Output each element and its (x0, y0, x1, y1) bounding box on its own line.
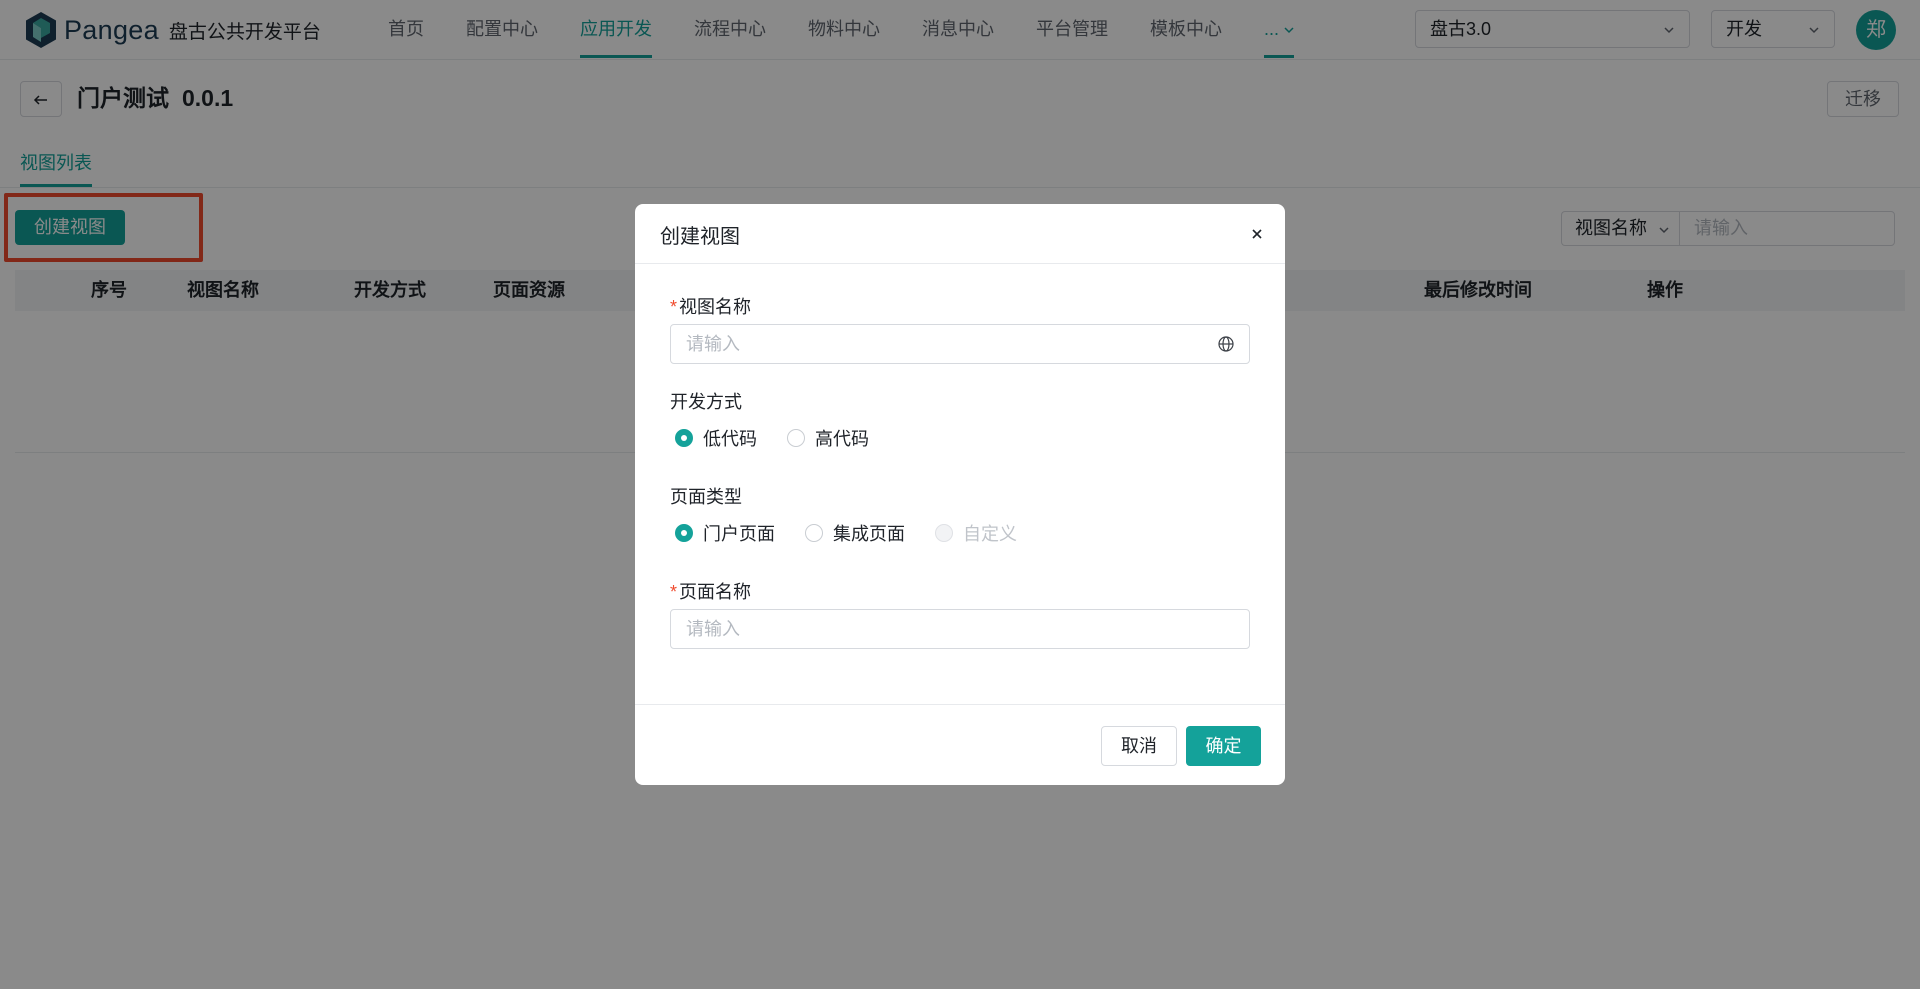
view-name-input[interactable]: 请输入 (670, 324, 1250, 364)
radio-portal-page[interactable]: 门户页面 (675, 520, 775, 546)
page-name-label-text: 页面名称 (679, 582, 752, 602)
radio-dot (787, 429, 805, 447)
close-icon[interactable] (1245, 222, 1269, 246)
page-name-input[interactable]: 请输入 (670, 609, 1250, 649)
required-mark: * (670, 582, 678, 602)
radio-label: 高代码 (815, 429, 869, 449)
dev-mode-radio-group: 低代码 高代码 (675, 425, 899, 451)
radio-dot (805, 524, 823, 542)
divider (635, 704, 1285, 705)
divider (635, 263, 1285, 264)
dev-mode-label: 开发方式 (670, 392, 742, 412)
radio-custom: 自定义 (935, 520, 1017, 546)
view-name-label-text: 视图名称 (679, 297, 752, 317)
globe-icon[interactable] (1217, 335, 1235, 353)
required-mark: * (670, 297, 678, 317)
radio-label: 低代码 (703, 429, 757, 449)
page-type-label: 页面类型 (670, 487, 742, 507)
page-type-radio-group: 门户页面 集成页面 自定义 (675, 520, 1047, 546)
page-name-placeholder: 请输入 (686, 619, 740, 639)
radio-high-code[interactable]: 高代码 (787, 425, 869, 451)
create-view-modal: 创建视图 * 视图名称 请输入 开发方式 低代码 高代码 页面类型 门户页面 集成… (635, 204, 1285, 785)
page-name-label: * 页面名称 (670, 579, 751, 605)
radio-label: 自定义 (963, 524, 1017, 544)
confirm-button[interactable]: 确定 (1186, 726, 1261, 766)
radio-label: 集成页面 (833, 524, 905, 544)
view-name-label: * 视图名称 (670, 294, 751, 320)
cancel-button[interactable]: 取消 (1101, 726, 1177, 766)
radio-low-code[interactable]: 低代码 (675, 425, 757, 451)
radio-integrated-page[interactable]: 集成页面 (805, 520, 905, 546)
radio-dot (935, 524, 953, 542)
radio-dot (675, 429, 693, 447)
radio-label: 门户页面 (703, 524, 775, 544)
radio-dot (675, 524, 693, 542)
view-name-placeholder: 请输入 (686, 334, 740, 354)
modal-title: 创建视图 (660, 226, 740, 248)
